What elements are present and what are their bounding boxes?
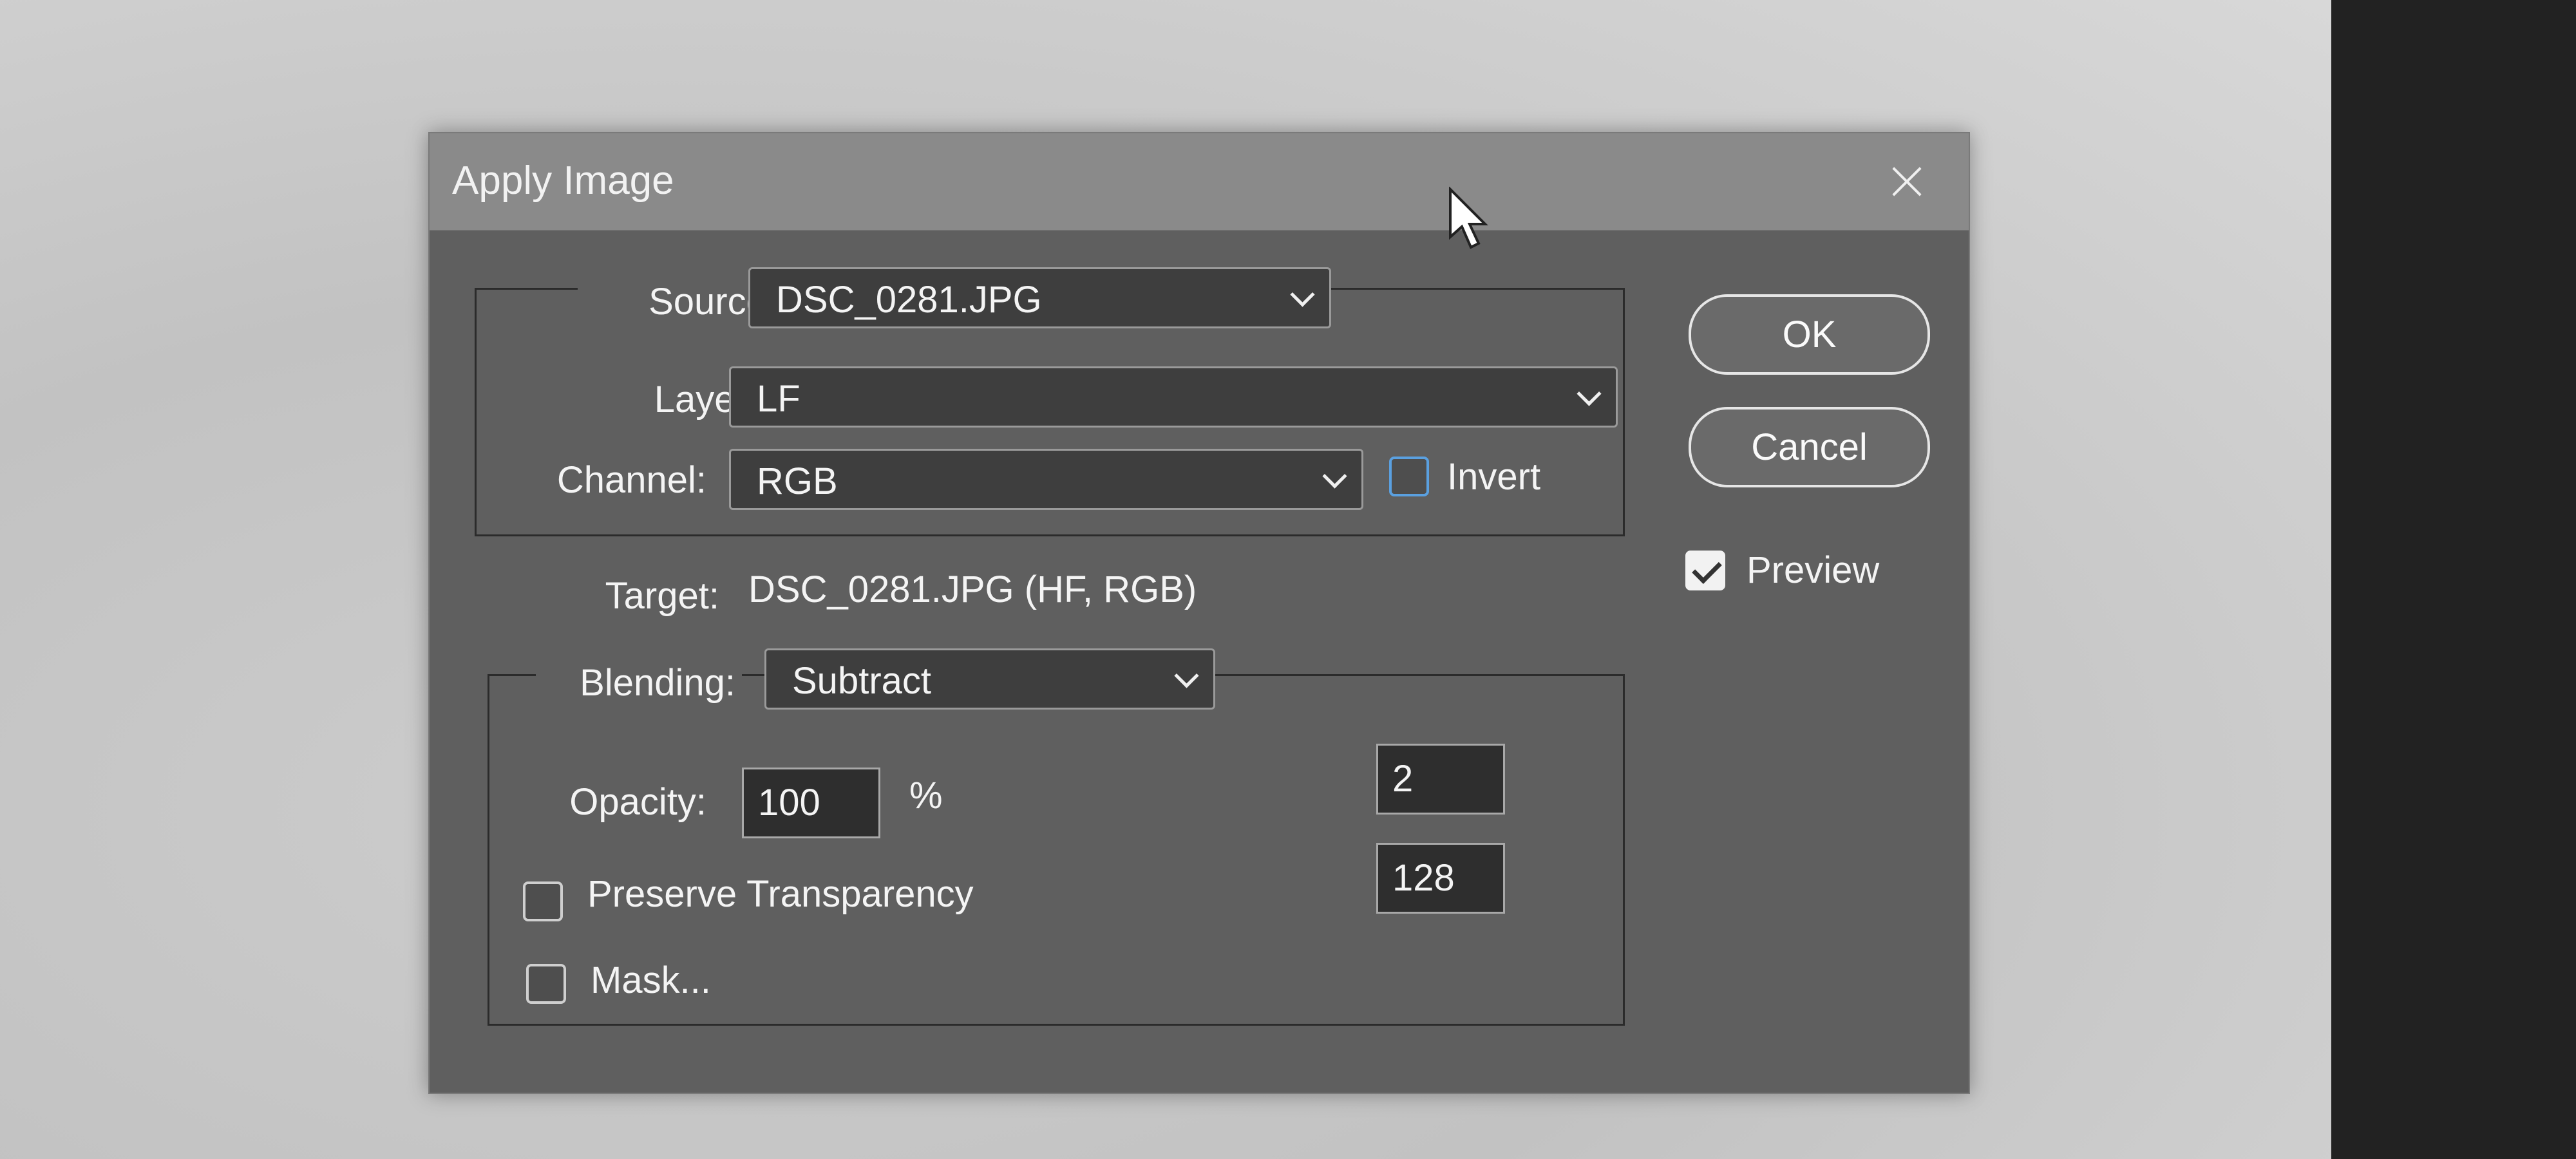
- chevron-down-icon: [1174, 663, 1199, 688]
- chevron-down-icon: [1577, 381, 1602, 406]
- preview-checkbox[interactable]: [1685, 551, 1725, 590]
- layer-value: LF: [757, 378, 800, 420]
- cancel-button[interactable]: Cancel: [1689, 407, 1930, 487]
- opacity-input[interactable]: 100: [742, 768, 880, 838]
- channel-select[interactable]: RGB: [729, 449, 1363, 510]
- source-value: DSC_0281.JPG: [776, 279, 1042, 321]
- chevron-down-icon: [1322, 464, 1347, 489]
- source-select[interactable]: DSC_0281.JPG: [748, 267, 1331, 328]
- mask-label: Mask...: [591, 959, 711, 1001]
- screen-bezel: [2331, 0, 2576, 1159]
- mask-checkbox[interactable]: [526, 964, 566, 1004]
- preserve-transparency-label: Preserve Transparency: [587, 873, 974, 915]
- invert-label: Invert: [1447, 456, 1541, 498]
- ok-button[interactable]: OK: [1689, 294, 1930, 375]
- layer-select[interactable]: LF: [729, 366, 1618, 428]
- blending-value: Subtract: [792, 660, 931, 702]
- chevron-down-icon: [1290, 282, 1315, 307]
- close-icon[interactable]: [1885, 159, 1930, 204]
- channel-value: RGB: [757, 460, 838, 502]
- checkmark-icon: [1692, 554, 1722, 584]
- blending-label: Blending:: [536, 661, 742, 704]
- dialog-title: Apply Image: [452, 158, 674, 203]
- opacity-unit: %: [909, 775, 943, 816]
- target-value: DSC_0281.JPG (HF, RGB): [748, 569, 1197, 610]
- invert-checkbox[interactable]: [1389, 457, 1429, 496]
- opacity-label: Opacity:: [569, 781, 706, 823]
- scale-input[interactable]: 2: [1376, 744, 1505, 815]
- preview-label: Preview: [1747, 549, 1880, 591]
- preserve-transparency-checkbox[interactable]: [523, 881, 563, 921]
- apply-image-dialog: Apply Image Source: DSC_0281.JPG Layer: …: [428, 132, 1970, 1094]
- target-label: Target:: [605, 575, 719, 617]
- blending-select[interactable]: Subtract: [764, 648, 1215, 710]
- cursor-icon: [1449, 187, 1488, 249]
- dialog-titlebar[interactable]: Apply Image: [430, 133, 1969, 231]
- channel-label: Channel:: [556, 459, 706, 501]
- offset-input[interactable]: 128: [1376, 843, 1505, 914]
